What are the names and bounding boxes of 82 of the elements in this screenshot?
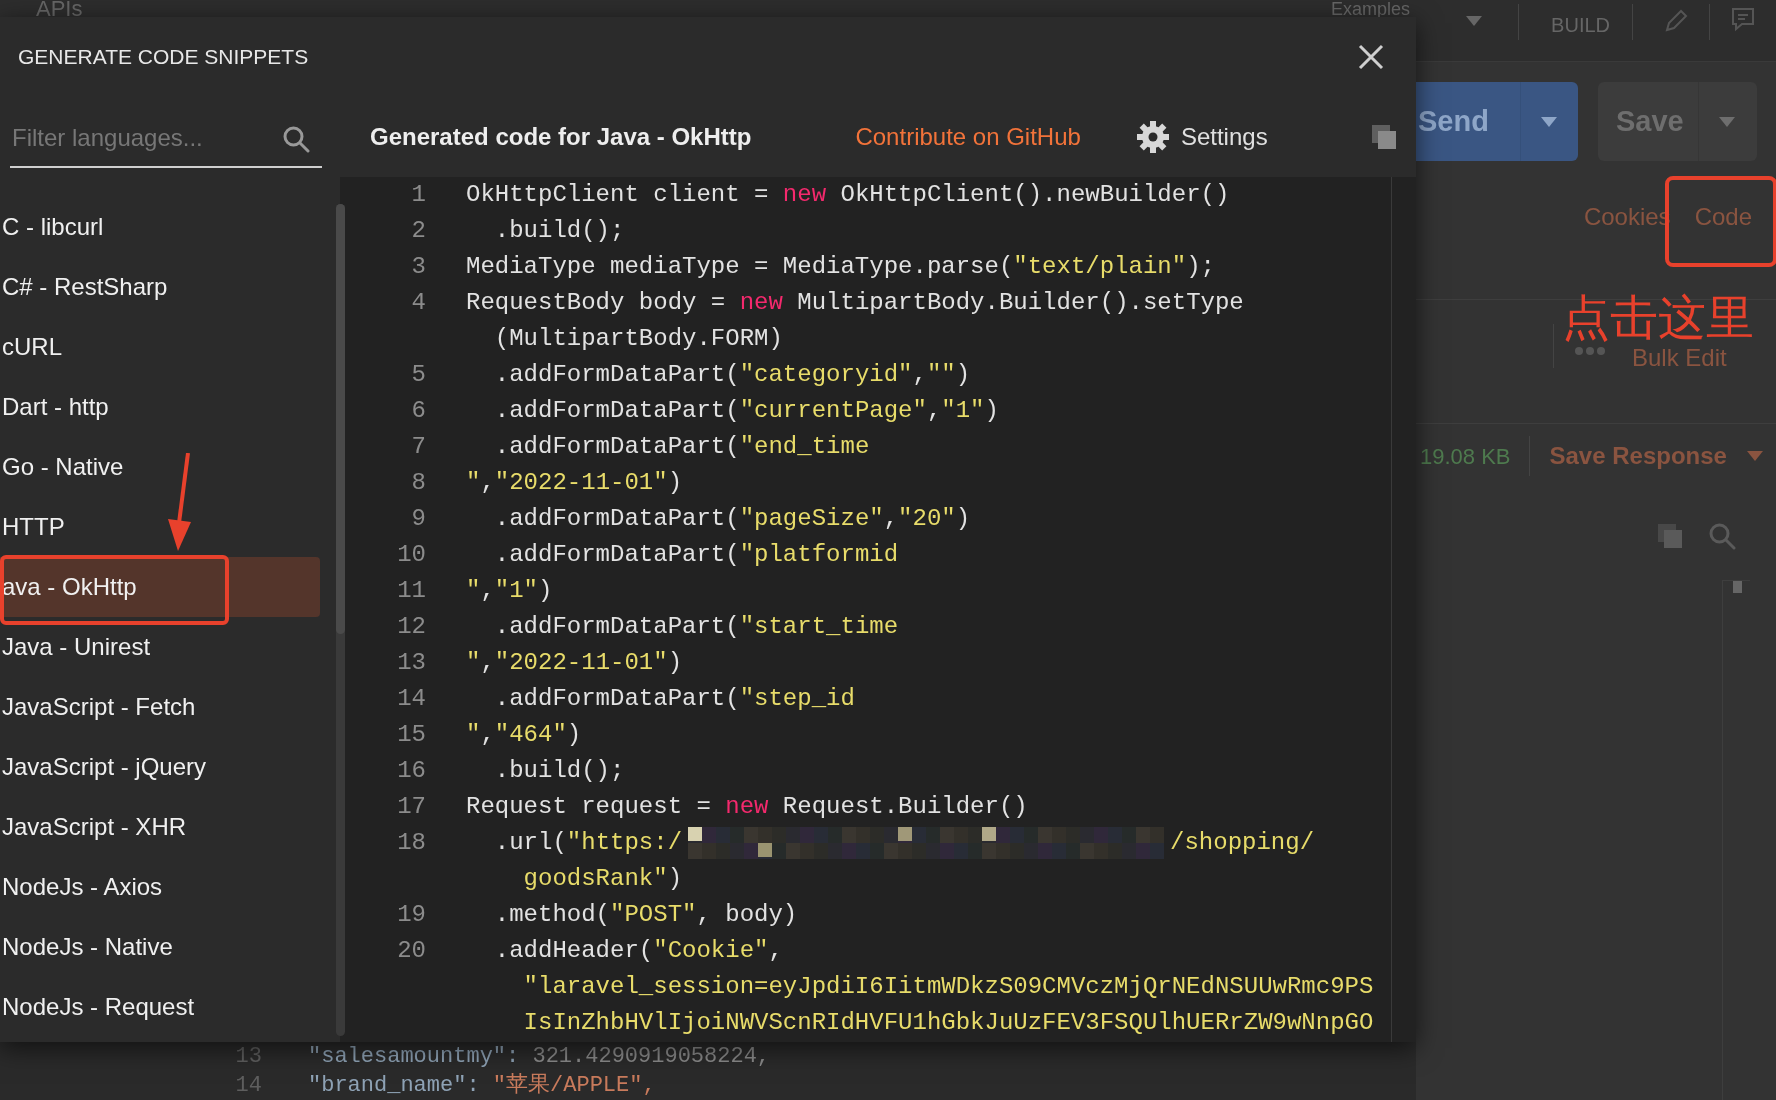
language-item[interactable]: Java - Unirest xyxy=(0,617,320,677)
language-item[interactable]: JavaScript - XHR xyxy=(0,797,320,857)
code-line: .addFormDataPart("currentPage","1") xyxy=(493,396,999,426)
code-line: .url("https:/ /shopping/ xyxy=(466,825,1315,861)
code-title: Generated code for Java - OkHttp xyxy=(370,121,752,152)
code-line: RequestBody body = new MultipartBody.Builder().setType xyxy=(466,288,1244,318)
annotation-text: 点击这里 xyxy=(1562,294,1754,342)
language-item[interactable]: NodeJs - Axios xyxy=(0,857,320,917)
settings-button[interactable]: Settings xyxy=(1136,118,1268,155)
scrollbar-thumb[interactable] xyxy=(1733,581,1742,593)
code-line: ","1") xyxy=(466,576,553,606)
line-number: 12 xyxy=(397,613,426,640)
code-line: IsInZhbHVlIjoiNWVScnRIdHVFU1hGbkJuUzFEV3FSQUlhUERrZW9wNnpGO xyxy=(522,1008,1374,1038)
response-size: 19.08 KB xyxy=(1420,442,1511,471)
comment-icon[interactable] xyxy=(1730,6,1756,32)
scrollbar-thumb[interactable] xyxy=(336,204,345,634)
code-line: Request request = new Request.Builder() xyxy=(466,792,1028,822)
line-number: 9 xyxy=(411,505,426,532)
code-line: "laravel_session=eyJpdiI6IitmWDkzS09CMVczMjQrNEdNSUUwRmc9PS xyxy=(522,972,1374,1002)
line-number: 20 xyxy=(397,937,426,964)
language-item[interactable]: JavaScript - jQuery xyxy=(0,737,320,797)
code-line: ","2022-11-01") xyxy=(466,648,683,678)
caret-icon xyxy=(1466,16,1483,26)
line-number: 2 xyxy=(411,217,426,244)
caret-icon xyxy=(1719,116,1735,127)
line-number: 10 xyxy=(397,541,426,568)
code-line: .addFormDataPart("step_id xyxy=(493,684,855,714)
more-icon[interactable] xyxy=(1574,346,1606,356)
line-number: 15 xyxy=(397,721,426,748)
copy-icon[interactable] xyxy=(1370,122,1398,151)
code-line: "salesamountmy": 321.4290919058224, xyxy=(308,1043,771,1071)
filter-field[interactable]: Filter languages... xyxy=(10,110,322,168)
line-number: 16 xyxy=(397,757,426,784)
language-item[interactable]: Dart - http xyxy=(0,377,320,437)
language-item[interactable]: JavaScript - Fetch xyxy=(0,677,320,737)
line-number: 19 xyxy=(397,901,426,928)
pencil-icon[interactable] xyxy=(1663,8,1689,34)
code-line: .build(); xyxy=(493,756,625,786)
language-item[interactable]: HTTP xyxy=(0,497,320,557)
language-item[interactable]: NodeJs - Request xyxy=(0,977,320,1037)
line-number: 3 xyxy=(411,253,426,280)
line-number: 4 xyxy=(411,289,426,316)
code-line: .addHeader("Cookie", xyxy=(493,936,783,966)
line-number: 18 xyxy=(397,829,426,856)
code-line: ","2022-11-01") xyxy=(466,468,683,498)
code-line: .addFormDataPart("end_time xyxy=(493,432,870,462)
search-icon[interactable] xyxy=(282,125,310,153)
dialog-title: GENERATE CODE SNIPPETS xyxy=(18,43,309,70)
line-number: 11 xyxy=(397,577,426,604)
code-line: goodsRank") xyxy=(522,864,683,894)
line-number: 13 xyxy=(397,649,426,676)
code-line: .addFormDataPart("pageSize","20") xyxy=(493,504,971,534)
line-number: 1 xyxy=(411,181,426,208)
caret-icon xyxy=(1541,116,1557,127)
caret-icon xyxy=(1746,451,1763,461)
line-number: 17 xyxy=(397,793,426,820)
code-line: .addFormDataPart("platformid xyxy=(493,540,899,570)
code-line: .addFormDataPart("start_time xyxy=(493,612,899,642)
language-item[interactable]: cURL xyxy=(0,317,320,377)
code-line: .method("POST", body) xyxy=(493,900,798,930)
code-line: MediaType mediaType = MediaType.parse("text/plain"); xyxy=(466,252,1215,282)
section-title: APIs xyxy=(36,0,83,23)
copy-icon[interactable] xyxy=(1656,522,1684,550)
code-line: .build(); xyxy=(493,216,625,246)
github-link[interactable]: Contribute on GitHub xyxy=(855,118,1081,155)
language-item[interactable]: NodeJs - Native xyxy=(0,917,320,977)
code-line: .addFormDataPart("categoryid","") xyxy=(493,360,971,390)
language-item[interactable]: Go - Native xyxy=(0,437,320,497)
language-item[interactable]: C# - RestSharp xyxy=(0,257,320,317)
code-line: "brand_name": "苹果/APPLE", xyxy=(308,1072,656,1100)
code-line: (MultipartBody.FORM) xyxy=(493,324,783,354)
code-line: OkHttpClient client = new OkHttpClient().newBuilder() xyxy=(466,180,1230,210)
gear-icon xyxy=(1136,120,1169,153)
line-number: 8 xyxy=(411,469,426,496)
line-number: 7 xyxy=(411,433,426,460)
line-number: 5 xyxy=(411,361,426,388)
language-item[interactable]: C - libcurl xyxy=(0,197,320,257)
code-line: ","464") xyxy=(466,720,582,750)
language-item[interactable]: ava - OkHttp xyxy=(0,557,320,617)
line-number: 6 xyxy=(411,397,426,424)
line-number: 14 xyxy=(397,685,426,712)
close-icon[interactable] xyxy=(1358,43,1384,70)
